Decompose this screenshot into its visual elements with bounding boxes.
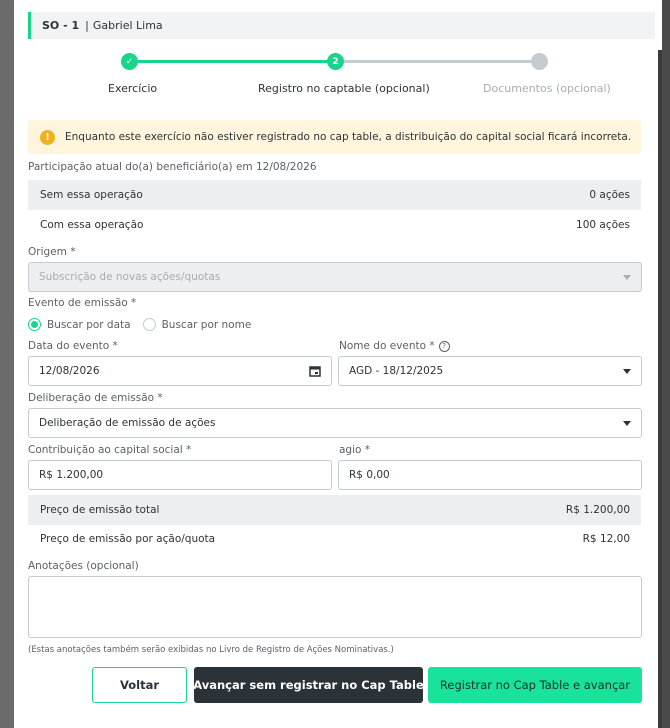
price-per-share-value: R$ 12,00	[582, 533, 630, 545]
price-per-share-label: Preço de emissão por ação/quota	[40, 533, 216, 545]
step-2-label: Registro no captable (opcional)	[258, 82, 430, 95]
radio-unchecked-icon	[142, 318, 156, 331]
deliberation-value: Deliberação de emissão de ações	[39, 417, 216, 429]
origin-select: Subscrição de novas ações/quotas	[28, 262, 642, 292]
progress-stepper: ✓ 2 Exercício Registro no captable (opci…	[14, 50, 662, 100]
chevron-down-icon	[623, 420, 631, 426]
participation-without-value: 0 ações	[589, 189, 630, 201]
warning-icon: !	[40, 129, 55, 145]
register-modal: SO - 1 | Gabriel Lima ✓ 2 Exercício Regi…	[14, 0, 662, 728]
origin-value: Subscrição de novas ações/quotas	[39, 271, 221, 283]
chevron-down-icon	[623, 368, 631, 374]
header-separator: |	[85, 19, 89, 32]
event-name-value: AGD - 18/12/2025	[349, 365, 444, 377]
option-code: SO - 1	[42, 19, 80, 32]
calendar-icon[interactable]	[309, 365, 321, 377]
event-name-label: Nome do evento *	[339, 340, 435, 352]
price-total-label: Preço de emissão total	[40, 504, 160, 516]
notes-textarea[interactable]	[28, 576, 642, 638]
event-label: Evento de emissão *	[28, 297, 137, 309]
notes-label: Anotações (opcional)	[28, 560, 139, 572]
participation-with-value: 100 ações	[576, 219, 630, 231]
contribution-value: R$ 1.200,00	[39, 469, 104, 481]
participation-with-label: Com essa operação	[40, 219, 144, 231]
register-and-advance-button[interactable]: Registrar no Cap Table e avançar	[428, 667, 642, 703]
stepper-line-pending	[344, 60, 544, 63]
price-total-row: Preço de emissão total R$ 1.200,00	[28, 495, 641, 525]
agio-input[interactable]: R$ 0,00	[338, 460, 642, 490]
participation-without-label: Sem essa operação	[40, 189, 143, 201]
event-date-value: 12/08/2026	[39, 365, 100, 377]
deliberation-select[interactable]: Deliberação de emissão de ações	[28, 408, 642, 438]
back-button[interactable]: Voltar	[92, 667, 187, 703]
notes-hint: (Estas anotações também serão exibidas n…	[28, 645, 394, 655]
event-search-mode: Buscar por data Buscar por nome	[28, 318, 263, 331]
scrollbar[interactable]	[658, 50, 662, 728]
deliberation-label: Deliberação de emissão *	[28, 392, 163, 404]
price-total-value: R$ 1.200,00	[565, 504, 630, 516]
chevron-down-icon	[623, 274, 631, 280]
radio-search-by-date-label: Buscar por data	[47, 318, 131, 331]
agio-label: agio *	[339, 444, 371, 456]
step-3-label: Documentos (opcional)	[483, 82, 611, 95]
event-date-input[interactable]: 12/08/2026	[28, 356, 332, 386]
event-name-select[interactable]: AGD - 18/12/2025	[338, 356, 642, 386]
contribution-label: Contribuição ao capital social *	[28, 444, 192, 456]
beneficiary-name: Gabriel Lima	[92, 19, 163, 32]
event-date-label: Data do evento *	[28, 340, 118, 352]
participation-with-row: Com essa operação 100 ações	[28, 210, 641, 240]
step-1-check-icon: ✓	[121, 53, 138, 70]
price-per-share-row: Preço de emissão por ação/quota R$ 12,00	[28, 524, 641, 554]
stepper-line-complete	[138, 60, 336, 63]
agio-value: R$ 0,00	[349, 469, 390, 481]
warning-banner: ! Enquanto este exercício não estiver re…	[28, 120, 641, 154]
warning-text: Enquanto este exercício não estiver regi…	[65, 131, 632, 143]
participation-without-row: Sem essa operação 0 ações	[28, 180, 641, 210]
radio-checked-icon	[28, 318, 41, 331]
help-icon[interactable]: ?	[438, 340, 450, 352]
radio-search-by-date[interactable]: Buscar por data	[28, 318, 131, 331]
step-3-marker	[531, 53, 548, 70]
radio-search-by-name-label: Buscar por nome	[161, 318, 252, 331]
participation-title: Participação atual do(a) beneficiário(a)…	[28, 161, 317, 173]
backdrop	[662, 0, 670, 728]
step-2-marker: 2	[327, 53, 344, 70]
step-1-label: Exercício	[108, 82, 158, 95]
event-name-label-wrap: Nome do evento *?	[339, 340, 450, 352]
origin-label: Origem *	[28, 246, 76, 258]
contribution-input[interactable]: R$ 1.200,00	[28, 460, 332, 490]
radio-search-by-name[interactable]: Buscar por nome	[142, 318, 252, 331]
skip-registration-button[interactable]: Avançar sem registrar no Cap Table	[193, 667, 424, 703]
modal-header: SO - 1 | Gabriel Lima	[28, 12, 655, 39]
